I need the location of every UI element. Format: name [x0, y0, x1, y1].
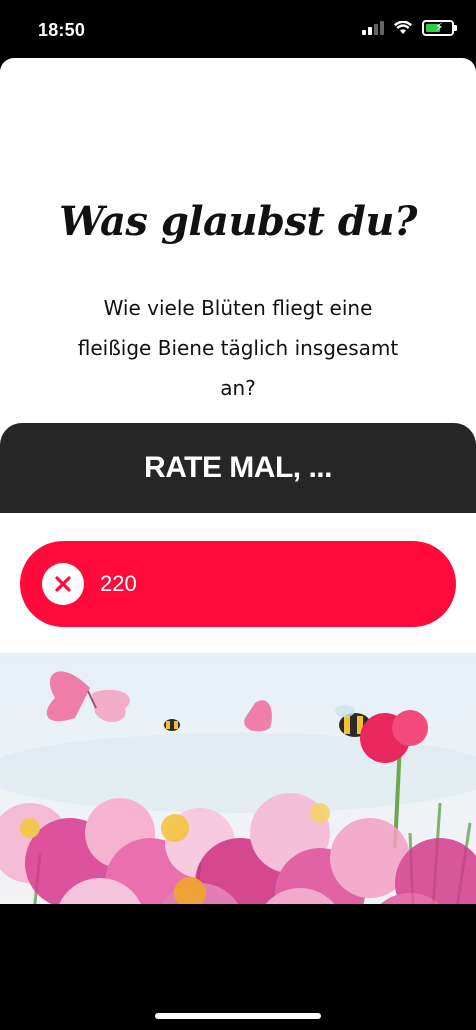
signal-icon: [362, 21, 384, 35]
wifi-icon: [394, 21, 412, 34]
meadow-image: [0, 671, 476, 904]
quiz-card: Was glaubst du? Wie viele Blüten fliegt …: [0, 58, 476, 904]
status-icons: ⚡: [362, 20, 457, 36]
close-icon: [42, 563, 84, 605]
rate-label: RATE MAL, ...: [144, 451, 332, 484]
question-line: an?: [220, 376, 256, 400]
question-line: Wie viele Blüten fliegt eine: [103, 296, 373, 320]
flower-illustration: [0, 653, 476, 904]
script-title: Was glaubst du?: [59, 198, 417, 245]
butterfly-icon: [46, 671, 131, 723]
status-bar: 18:50 ⚡: [0, 0, 476, 58]
battery-charging-icon: ⚡: [422, 20, 457, 36]
butterfly-icon: [244, 700, 272, 732]
home-indicator[interactable]: [155, 1013, 321, 1019]
question-line: fleißige Biene täglich insgesamt: [77, 336, 399, 360]
answer-option[interactable]: [20, 541, 456, 627]
rate-header: RATE MAL, ...: [0, 423, 476, 513]
answer-value: 220: [100, 571, 137, 596]
bottom-bar: [0, 904, 476, 1030]
bee-icon: [164, 719, 180, 731]
status-time: 18:50: [38, 20, 86, 40]
question-text: Wie viele Blüten fliegt eine fleißige Bi…: [30, 288, 446, 408]
